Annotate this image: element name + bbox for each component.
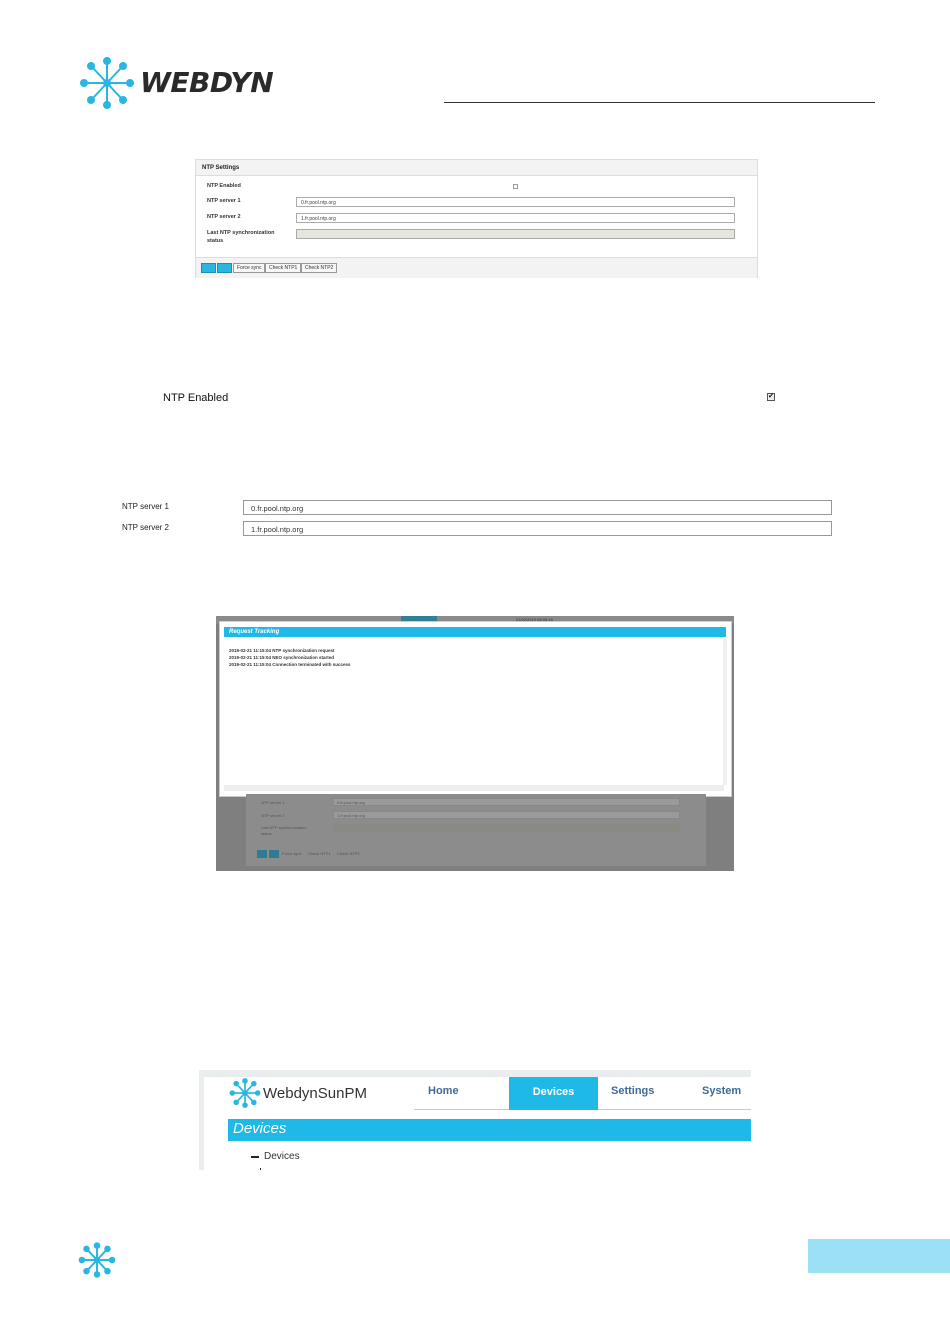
bg-server2-input: 1.fr.pool.ntp.org xyxy=(333,811,680,819)
ntp-server1-input[interactable]: 0.fr.pool.ntp.org xyxy=(296,197,735,207)
ntp-enabled-checkbox-large[interactable]: ✔ xyxy=(767,393,775,401)
bg-last-sync-2: status xyxy=(261,831,272,836)
panel-title: NTP Settings xyxy=(196,160,757,176)
webdyn-logo xyxy=(78,56,136,110)
tree-item-devices[interactable]: Devices xyxy=(264,1151,300,1162)
webdynsunpm-brand: WebdynSunPM xyxy=(263,1085,367,1102)
force-sync-button[interactable]: Force sync xyxy=(233,263,266,273)
ntp-server2-label-large: NTP server 2 xyxy=(122,523,169,532)
request-tracking-screenshot: 21/02/2019 08:08:18 Request Tracking 201… xyxy=(216,616,734,871)
header-rule xyxy=(444,102,875,103)
check-ntp1-button[interactable]: Check NTP1 xyxy=(265,263,302,273)
collapse-icon[interactable] xyxy=(251,1156,259,1158)
log-line-1: 2019-02-21 11:15:04 NTP synchronization … xyxy=(229,648,335,653)
bg-server1-input: 0.fr.pool.ntp.org xyxy=(333,798,680,806)
ntp-server2-input-large[interactable]: 1.fr.pool.ntp.org xyxy=(243,521,832,536)
check-ntp2-button[interactable]: Check NTP2 xyxy=(301,263,338,273)
last-sync-label-line1: Last NTP synchronization xyxy=(207,230,275,236)
footer-accent-block xyxy=(808,1239,950,1273)
last-sync-label-line2: status xyxy=(207,238,224,244)
tab-home[interactable]: Home xyxy=(428,1085,459,1097)
tab-devices[interactable]: Devices xyxy=(509,1077,598,1110)
ntp-server2-input[interactable]: 1.fr.pool.ntp.org xyxy=(296,213,735,223)
tab-system[interactable]: System xyxy=(702,1085,741,1097)
footer-logo-icon xyxy=(78,1242,116,1278)
bg-last-sync-status xyxy=(333,824,680,832)
log-line-2: 2019-02-21 11:15:04 NEO synchronization … xyxy=(229,655,335,660)
ntp-enabled-label-large: NTP Enabled xyxy=(163,392,229,404)
save-button[interactable] xyxy=(201,263,216,273)
navbar-screenshot: WebdynSunPM Home Devices Settings System… xyxy=(199,1070,751,1170)
request-tracking-modal: Request Tracking 2019-02-21 11:15:04 NTP… xyxy=(219,621,732,797)
bg-force-sync: Force sync xyxy=(282,851,302,856)
tab-settings[interactable]: Settings xyxy=(611,1085,654,1097)
ntp-server2-label: NTP server 2 xyxy=(207,214,241,220)
tree-connector xyxy=(260,1168,261,1170)
bg-blue-btn-2 xyxy=(269,850,279,858)
last-sync-status xyxy=(296,229,735,239)
section-title-bar: Devices xyxy=(228,1119,751,1141)
webdynsunpm-logo-icon xyxy=(229,1078,261,1108)
modal-scrollbar[interactable] xyxy=(723,639,727,785)
ntp-server1-label: NTP server 1 xyxy=(207,198,241,204)
modal-title: Request Tracking xyxy=(224,627,726,637)
brand-name: WEBDYN xyxy=(140,66,274,99)
footer-logo xyxy=(78,1242,116,1278)
ntp-server1-input-large[interactable]: 0.fr.pool.ntp.org xyxy=(243,500,832,515)
ntp-enabled-label: NTP Enabled xyxy=(207,183,241,189)
ntp-server1-label-large: NTP server 1 xyxy=(122,502,169,511)
refresh-button[interactable] xyxy=(217,263,232,273)
ntp-enabled-checkbox[interactable] xyxy=(513,184,518,189)
bg-server1-label: NTP server 1 xyxy=(261,800,285,805)
panel-footer: Force sync Check NTP1 Check NTP2 xyxy=(196,257,757,278)
log-line-3: 2019-02-21 11:15:04 Connection terminate… xyxy=(229,662,351,667)
bg-check1: Check NTP1 xyxy=(308,851,331,856)
bg-check2: Check NTP2 xyxy=(337,851,360,856)
bg-server2-label: NTP server 2 xyxy=(261,813,285,818)
webdyn-logo-icon xyxy=(80,57,134,109)
bg-blue-btn-1 xyxy=(257,850,267,858)
bg-last-sync-1: Last NTP synchronization xyxy=(261,825,307,830)
ntp-settings-panel: NTP Settings NTP Enabled NTP server 1 0.… xyxy=(195,159,758,278)
modal-hscrollbar[interactable] xyxy=(224,785,724,791)
